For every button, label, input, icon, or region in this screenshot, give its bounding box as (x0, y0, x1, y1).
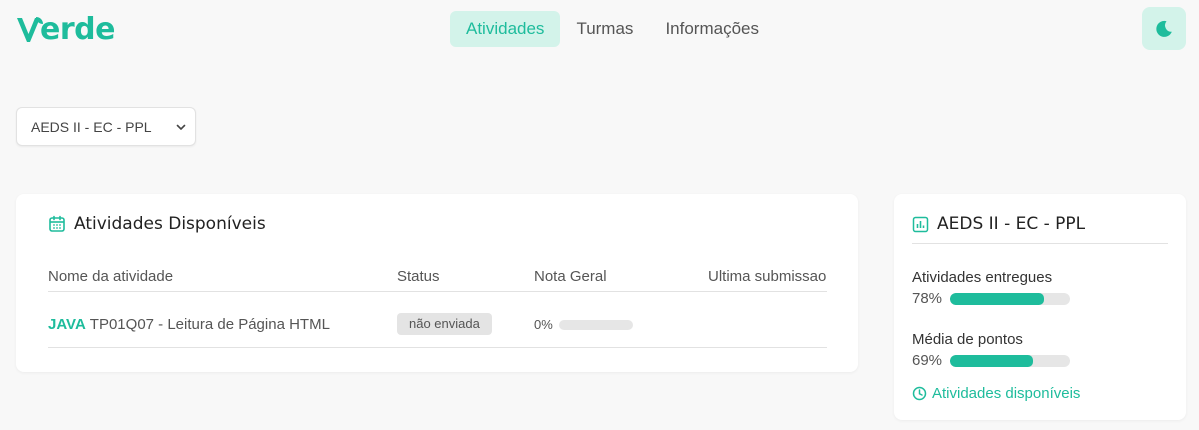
status-badge: não enviada (397, 313, 492, 335)
stat-average: 69% (912, 352, 1071, 369)
stat-delivered: 78% (912, 290, 1071, 307)
available-activities-label: Atividades disponíveis (932, 385, 1081, 402)
calendar-icon (49, 215, 65, 232)
summary-card-title: AEDS II - EC - PPL (912, 214, 1085, 234)
activities-card-title: Atividades Disponíveis (48, 214, 266, 234)
moon-icon (1156, 20, 1172, 37)
class-summary-card: AEDS II - EC - PPL Atividades entregues … (894, 194, 1186, 420)
theme-toggle-button[interactable] (1142, 7, 1186, 50)
available-activities-link[interactable]: Atividades disponíveis (912, 385, 1080, 402)
activity-language: JAVA (48, 316, 86, 333)
activity-link[interactable]: JAVA TP01Q07 - Leitura de Página HTML (48, 316, 330, 333)
nav-turmas[interactable]: Turmas (560, 11, 649, 47)
chevron-down-icon (176, 124, 186, 130)
delivered-progress-bar (950, 292, 1071, 305)
grade-cell: 0% (534, 317, 633, 332)
class-select-value: AEDS II - EC - PPL (31, 118, 152, 135)
grade-progress-bar (558, 319, 633, 330)
stat-value-delivered: 78% (912, 290, 943, 307)
nav-atividades[interactable]: Atividades (450, 11, 561, 47)
summary-divider (912, 243, 1168, 244)
clock-icon (912, 386, 927, 401)
activities-title: Atividades Disponíveis (74, 214, 266, 234)
column-header-last-submission[interactable]: Ultima submissao (708, 268, 826, 285)
delivered-progress-fill (950, 292, 1044, 305)
average-progress-fill (950, 354, 1033, 367)
column-header-status[interactable]: Status (397, 268, 440, 285)
table-row-divider (48, 347, 827, 348)
grade-value: 0% (534, 317, 553, 332)
column-header-grade[interactable]: Nota Geral (534, 268, 607, 285)
column-header-name[interactable]: Nome da atividade (48, 268, 173, 285)
main-nav: Atividades Turmas Informações (450, 11, 775, 47)
brand-logo[interactable]: erde (16, 12, 115, 47)
brand-name: erde (40, 12, 115, 47)
stat-value-average: 69% (912, 352, 943, 369)
bar-chart-icon (912, 216, 929, 232)
activities-card: Atividades Disponíveis Nome da atividade… (16, 194, 858, 372)
stat-label-average: Média de pontos (912, 331, 1023, 348)
class-select[interactable]: AEDS II - EC - PPL (16, 107, 196, 146)
activity-title: TP01Q07 - Leitura de Página HTML (89, 316, 330, 333)
stat-label-delivered: Atividades entregues (912, 269, 1053, 286)
nav-informacoes[interactable]: Informações (649, 11, 775, 47)
table-header-divider (48, 291, 827, 292)
summary-title: AEDS II - EC - PPL (937, 214, 1086, 234)
average-progress-bar (950, 354, 1071, 367)
